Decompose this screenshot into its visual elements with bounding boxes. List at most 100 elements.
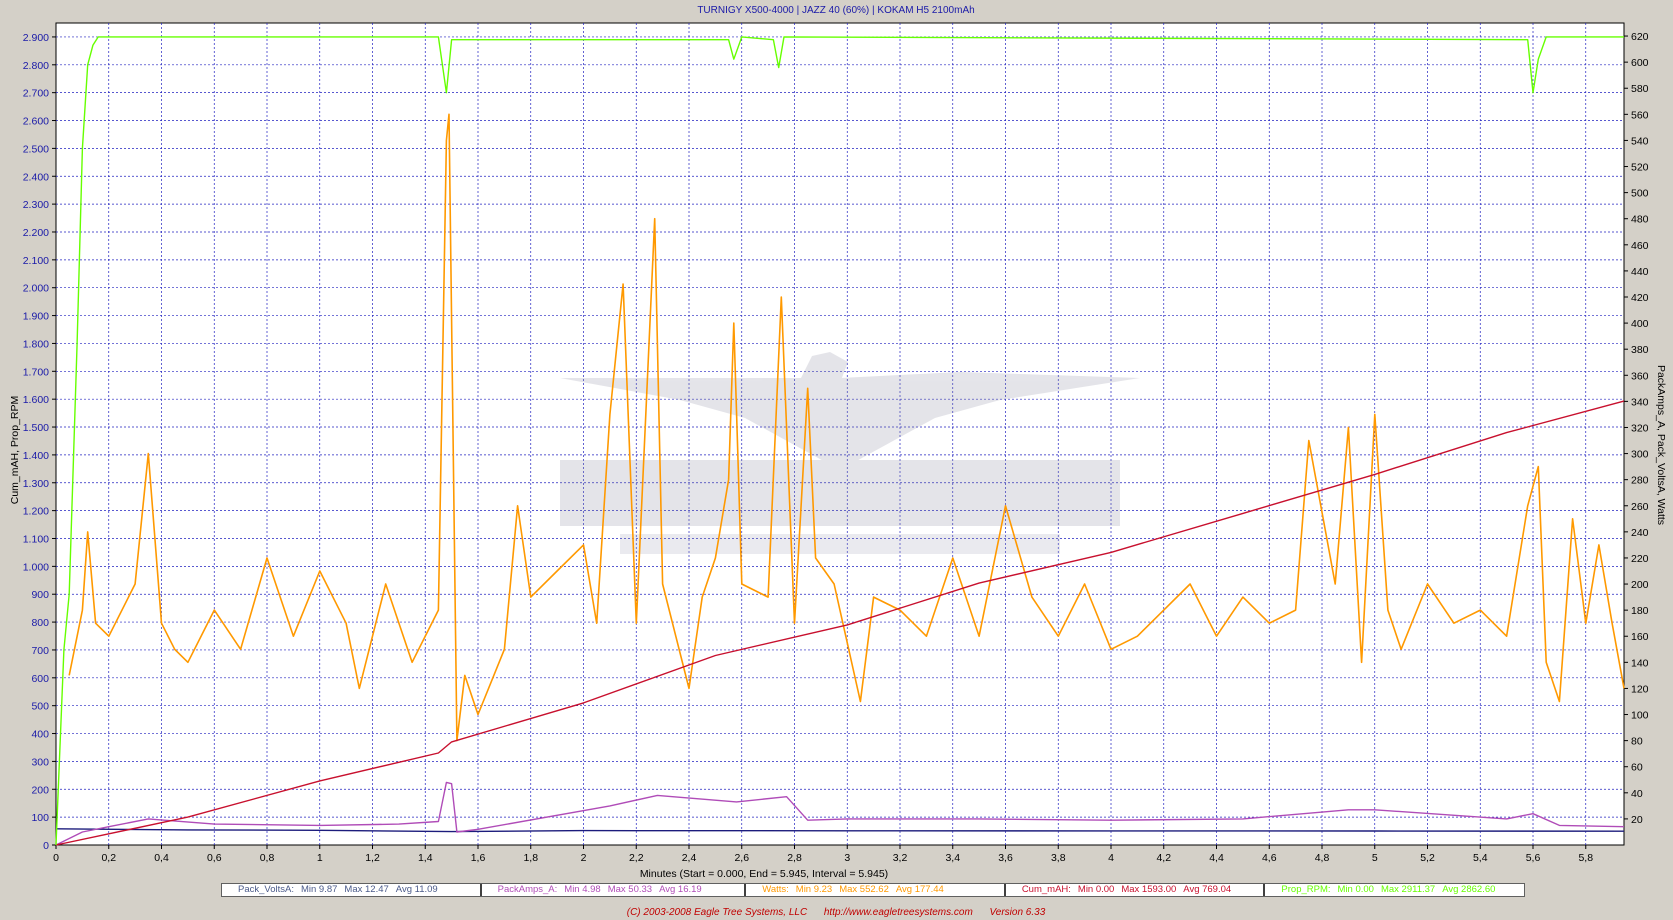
x-tick-label: 2,8 (787, 852, 802, 864)
legend-series-name: Watts: (762, 884, 789, 895)
y-right-tick-label: 160 (1631, 631, 1649, 643)
y-right-tick-label: 20 (1631, 814, 1643, 826)
y-left-tick-label: 2.300 (23, 199, 49, 211)
x-tick-label: 1,8 (523, 852, 538, 864)
legend-stat-max: Max 50.33 (607, 884, 653, 895)
legend-stat-min: Min 0.00 (1337, 884, 1374, 895)
x-axis-label: Minutes (Start = 0.000, End = 5.945, Int… (640, 868, 888, 880)
x-tick-label: 1,4 (418, 852, 433, 864)
x-tick-label: 4 (1108, 852, 1114, 864)
legend-stat-max: Max 12.47 (344, 884, 389, 895)
y-right-tick-label: 540 (1631, 135, 1649, 147)
legend-stat-watts: Watts: Min 9.23 Max 552.62 Avg 177.44 (746, 884, 1006, 896)
y-left-tick-label: 300 (31, 756, 49, 768)
y-right-tick-label: 520 (1631, 162, 1649, 174)
y-left-tick-label: 2.200 (23, 227, 49, 239)
x-tick-label: 3 (844, 852, 850, 864)
x-tick-label: 3,8 (1051, 852, 1066, 864)
y-left-tick-label: 400 (31, 729, 49, 741)
y-right-tick-label: 500 (1631, 188, 1649, 200)
chart-svg: TURNIGY X500-4000 | JAZZ 40 (60%) | KOKA… (9, 5, 1667, 918)
y-left-tick-label: 600 (31, 673, 49, 685)
copyright-footer: (C) 2003-2008 Eagle Tree Systems, LLC ht… (627, 907, 1046, 918)
y-right-tick-label: 120 (1631, 683, 1649, 695)
x-tick-label: 2,6 (734, 852, 749, 864)
legend-stat-avg: Avg 11.09 (395, 884, 438, 895)
legend-stats-bar: Pack_VoltsA: Min 9.87 Max 12.47 Avg 11.09 Pa… (221, 883, 1525, 897)
y-left-tick-label: 1.100 (23, 533, 49, 545)
legend-stat-min: Min 0.00 (1077, 884, 1115, 895)
y-left-tick-label: 1.500 (23, 422, 49, 434)
legend-series-name: Cum_mAH: (1021, 884, 1071, 895)
x-tick-label: 0,2 (101, 852, 116, 864)
y-left-tick-label: 1.000 (23, 561, 49, 573)
legend-stat-min: Min 9.23 (795, 884, 833, 895)
x-tick-label: 4,4 (1209, 852, 1224, 864)
y-right-tick-label: 180 (1631, 605, 1649, 617)
y-right-tick-label: 620 (1631, 31, 1649, 43)
legend-stat-avg: Avg 2862.60 (1442, 884, 1496, 895)
y-right-tick-label: 280 (1631, 475, 1649, 487)
y-right-tick-label: 220 (1631, 553, 1649, 565)
y-left-tick-label: 2.100 (23, 255, 49, 267)
y-right-tick-label: 580 (1631, 83, 1649, 95)
y-right-tick-label: 300 (1631, 449, 1649, 461)
y-right-tick-label: 480 (1631, 214, 1649, 226)
y-left-tick-label: 1.600 (23, 394, 49, 406)
x-tick-label: 2,4 (682, 852, 697, 864)
x-tick-label: 5,6 (1526, 852, 1541, 864)
y-right-tick-label: 440 (1631, 266, 1649, 278)
legend-stat-packamps-a: PackAmps_A: Min 4.98 Max 50.33 Avg 16.19 (482, 884, 747, 896)
legend-series-name: Prop_RPM: (1281, 884, 1331, 895)
x-tick-label: 0,8 (260, 852, 275, 864)
legend-stat-min: Min 4.98 (564, 884, 601, 895)
x-tick-label: 5,8 (1578, 852, 1593, 864)
y-right-tick-label: 100 (1631, 710, 1649, 722)
x-tick-label: 3,4 (945, 852, 960, 864)
y-left-tick-label: 2.000 (23, 283, 49, 295)
legend-stat-avg: Avg 769.04 (1183, 884, 1232, 895)
legend-stat-avg: Avg 177.44 (895, 884, 944, 895)
y-left-tick-label: 2.600 (23, 116, 49, 128)
x-tick-label: 5,4 (1473, 852, 1488, 864)
x-tick-label: 4,6 (1262, 852, 1277, 864)
x-tick-label: 1,6 (471, 852, 486, 864)
x-tick-label: 2 (581, 852, 587, 864)
y-left-tick-label: 200 (31, 784, 49, 796)
x-tick-label: 4,2 (1156, 852, 1171, 864)
legend-stat-min: Min 9.87 (300, 884, 338, 895)
y-left-tick-label: 2.700 (23, 88, 49, 100)
y-right-tick-label: 340 (1631, 396, 1649, 408)
x-tick-label: 4,8 (1315, 852, 1330, 864)
y-left-tick-label: 1.300 (23, 478, 49, 490)
y-right-tick-label: 140 (1631, 657, 1649, 669)
legend-stat-pack-voltsa: Pack_VoltsA: Min 9.87 Max 12.47 Avg 11.09 (222, 884, 482, 896)
y-left-tick-label: 2.800 (23, 60, 49, 72)
y-right-tick-label: 400 (1631, 318, 1649, 330)
x-tick-label: 0 (53, 852, 59, 864)
y-right-tick-label: 260 (1631, 501, 1649, 513)
y-right-tick-label: 320 (1631, 422, 1649, 434)
legend-stat-max: Max 552.62 (839, 884, 889, 895)
y-left-tick-label: 1.800 (23, 338, 49, 350)
y-left-tick-label: 0 (43, 840, 49, 852)
legend-stat-max: Max 1593.00 (1121, 884, 1177, 895)
y-right-tick-label: 40 (1631, 788, 1643, 800)
x-tick-label: 0,4 (154, 852, 169, 864)
legend-series-name: Pack_VoltsA: (238, 884, 294, 895)
legend-stat-prop-rpm: Prop_RPM: Min 0.00 Max 2911.37 Avg 2862.60 (1265, 884, 1524, 896)
y-right-tick-label: 600 (1631, 57, 1649, 69)
y-axis-right-label: PackAmps_A, Pack_VoltsA, Watts (1655, 365, 1667, 525)
y-left-tick-label: 2.900 (23, 32, 49, 44)
y-left-tick-label: 700 (31, 645, 49, 657)
y-left-tick-label: 500 (31, 701, 49, 713)
y-left-tick-label: 900 (31, 589, 49, 601)
x-tick-label: 5 (1372, 852, 1378, 864)
y-left-tick-label: 1.900 (23, 311, 49, 323)
y-right-tick-label: 60 (1631, 762, 1643, 774)
x-tick-label: 3,6 (998, 852, 1013, 864)
legend-stat-cum-mah: Cum_mAH: Min 0.00 Max 1593.00 Avg 769.04 (1006, 884, 1266, 896)
x-tick-label: 0,6 (207, 852, 222, 864)
y-left-tick-label: 1.700 (23, 366, 49, 378)
legend-stat-avg: Avg 16.19 (659, 884, 702, 895)
